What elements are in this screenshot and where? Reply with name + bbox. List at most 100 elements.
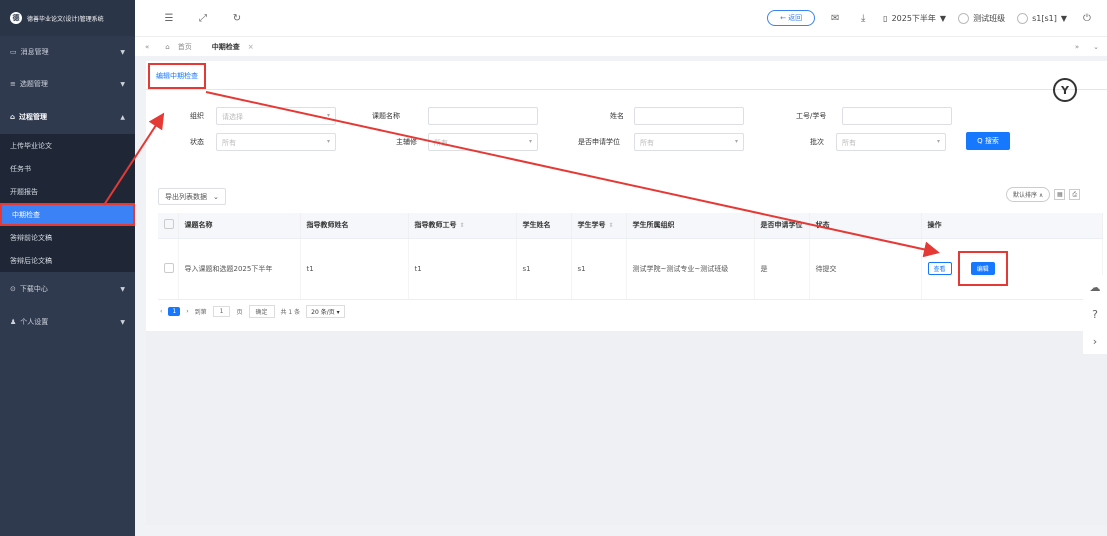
user-menu[interactable]: s1[s1] ▼ — [1017, 12, 1067, 24]
name-label: 姓名 — [610, 112, 624, 120]
close-icon[interactable]: × — [248, 43, 254, 51]
chevron-right-icon[interactable]: › — [1093, 335, 1097, 348]
col-title[interactable]: 课题名称 — [178, 213, 301, 239]
refresh-icon[interactable]: ↻ — [229, 10, 245, 26]
col-student-id[interactable]: 学生学号 ⇕ — [571, 213, 627, 239]
search-button[interactable]: Q 搜索 — [966, 132, 1010, 150]
tab-home[interactable]: ⌂ 首页 — [155, 42, 201, 52]
total-count: 共 1 条 — [280, 309, 301, 316]
col-degree[interactable]: 是否申请学位 — [754, 213, 810, 239]
cell-title: 导入课题和选题2025下半年 — [178, 238, 301, 300]
assistant-badge-icon[interactable]: Y — [1053, 78, 1077, 102]
goto-confirm-button[interactable]: 确定 — [248, 305, 275, 318]
chevron-down-icon: ⌄ — [213, 192, 219, 201]
degree-label: 是否申请学位 — [578, 138, 620, 146]
caret-down-icon: ▼ — [120, 48, 125, 56]
menu-toggle-icon[interactable]: ☰ — [161, 10, 177, 26]
sub-item-task-book[interactable]: 任务书 — [0, 157, 135, 180]
name-input[interactable] — [634, 107, 744, 125]
sort-dropdown[interactable]: 默认排序 ∧ — [1006, 187, 1051, 202]
help-icon[interactable]: ? — [1092, 308, 1098, 321]
home-icon: ⌂ — [165, 42, 170, 51]
sort-icon[interactable]: ⇕ — [609, 222, 614, 229]
col-teacher[interactable]: 指导教师姓名 — [300, 213, 409, 239]
sub-item-post-defense[interactable]: 答辩后论文稿 — [0, 249, 135, 272]
sidebar: 德 德善毕业论文(设计)管理系统 ▭ 消息管理 ▼ ≡ 选题管理 ▼ ⌂ 过程管理 ▲… — [0, 0, 135, 536]
avatar-icon — [958, 12, 970, 24]
semester-select[interactable]: ▯ 2025下半年 ▼ — [883, 13, 946, 24]
page-size-select[interactable]: 20 条/页 ▾ — [306, 305, 345, 318]
title-label: 课题名称 — [372, 112, 400, 120]
main-content: 编辑中期检查 Y 组织 请选择 ▾ 课题名称 姓名 工号/学号 状态 所有 ▾ 主辅… — [146, 61, 1107, 525]
print-icon[interactable]: ⎙ — [1069, 189, 1081, 200]
goto-input[interactable]: 1 — [212, 306, 231, 317]
select-all-checkbox[interactable] — [164, 219, 174, 230]
cell-actions: 查看 编辑 — [921, 238, 1103, 300]
sub-item-proposal[interactable]: 开题报告 — [0, 180, 135, 203]
major-minor-select[interactable]: 所有 ▾ — [428, 133, 538, 151]
col-teacher-id[interactable]: 指导教师工号 ⇕ — [408, 213, 517, 239]
divider — [146, 89, 1107, 90]
cell-status: 待提交 — [809, 238, 922, 300]
sort-icon[interactable]: ⇕ — [460, 222, 465, 229]
class-select[interactable]: 测试班级 — [958, 12, 1005, 24]
sidebar-item-download[interactable]: ⊙ 下载中心 ▼ — [0, 272, 135, 306]
edit-highlight: 编辑 — [957, 251, 1008, 286]
customer-service-icon[interactable]: ☁ — [1090, 281, 1101, 294]
chevron-down-icon[interactable]: ⌄ — [1093, 43, 1099, 51]
org-label: 组织 — [190, 112, 204, 120]
prev-page-icon[interactable]: ‹ — [160, 308, 162, 315]
col-status[interactable]: 状态 — [809, 213, 922, 239]
table-header-row: 课题名称 指导教师姓名 指导教师工号 ⇕ 学生姓名 学生学号 ⇕ 学生所属组织 是否… — [158, 213, 1103, 239]
next-page-icon[interactable]: › — [186, 308, 188, 315]
table-row: 导入课题和选题2025下半年 t1 t1 s1 s1 测试学院~测试专业~测试班… — [158, 238, 1103, 300]
sub-item-upload-thesis[interactable]: 上传毕业论文 — [0, 134, 135, 157]
sidebar-item-process[interactable]: ⌂ 过程管理 ▲ — [0, 100, 135, 134]
sub-item-midterm-check[interactable]: 中期检查 — [0, 203, 135, 226]
calendar-icon: ▯ — [883, 13, 888, 23]
sidebar-item-topic[interactable]: ≡ 选题管理 ▼ — [0, 68, 135, 100]
fullscreen-icon[interactable]: ⤢ — [195, 10, 211, 26]
chevron-down-icon: ▾ — [326, 112, 330, 119]
grid-view-icon[interactable]: ▦ — [1054, 189, 1066, 200]
data-table: 课题名称 指导教师姓名 指导教师工号 ⇕ 学生姓名 学生学号 ⇕ 学生所属组织 是否… — [158, 213, 1103, 300]
sub-item-pre-defense[interactable]: 答辩前论文稿 — [0, 226, 135, 249]
sidebar-item-personal[interactable]: ♟ 个人设置 ▼ — [0, 306, 135, 338]
edit-midterm-tab[interactable]: 编辑中期检查 — [148, 63, 206, 89]
page-unit-label: 页 — [236, 309, 243, 316]
cell-student-id: s1 — [571, 238, 627, 300]
scroll-left-icon[interactable]: « — [135, 43, 155, 51]
mail-icon[interactable]: ✉ — [827, 10, 843, 26]
status-label: 状态 — [190, 138, 204, 146]
title-input[interactable] — [428, 107, 538, 125]
status-select[interactable]: 所有 ▾ — [216, 133, 336, 151]
org-select[interactable]: 请选择 ▾ — [216, 107, 336, 125]
download-icon[interactable]: ⤓ — [855, 10, 871, 26]
process-icon: ⌂ — [10, 113, 16, 121]
row-checkbox[interactable] — [164, 262, 174, 273]
export-dropdown[interactable]: 导出列表数据 ⌄ — [158, 188, 226, 205]
tab-midterm-check[interactable]: 中期检查 × — [202, 42, 264, 52]
chevron-down-icon: ▾ — [326, 138, 330, 145]
id-input[interactable] — [842, 107, 952, 125]
col-org[interactable]: 学生所属组织 — [626, 213, 755, 239]
pagination: ‹ 1 › 到第 1 页 确定 共 1 条 20 条/页 ▾ — [160, 305, 345, 318]
scroll-right-icon[interactable]: » — [1075, 43, 1079, 51]
batch-select[interactable]: 所有 ▾ — [836, 133, 946, 151]
back-button[interactable]: ← 返回 — [767, 10, 816, 26]
degree-select[interactable]: 所有 ▾ — [634, 133, 744, 151]
message-icon: ▭ — [10, 48, 17, 56]
empty-area — [146, 331, 1107, 525]
download-circle-icon: ⊙ — [10, 285, 16, 293]
page-number[interactable]: 1 — [168, 307, 181, 316]
power-icon[interactable]: ⏻ — [1079, 10, 1095, 26]
sidebar-item-messages[interactable]: ▭ 消息管理 ▼ — [0, 36, 135, 68]
row-select-cell — [158, 238, 179, 300]
caret-up-icon: ▲ — [120, 113, 125, 121]
col-student[interactable]: 学生姓名 — [516, 213, 572, 239]
select-all-cell — [158, 213, 179, 239]
col-actions: 操作 — [921, 213, 1103, 239]
batch-label: 批次 — [810, 138, 824, 146]
view-button[interactable]: 查看 — [927, 261, 952, 275]
edit-button[interactable]: 编辑 — [970, 262, 995, 275]
